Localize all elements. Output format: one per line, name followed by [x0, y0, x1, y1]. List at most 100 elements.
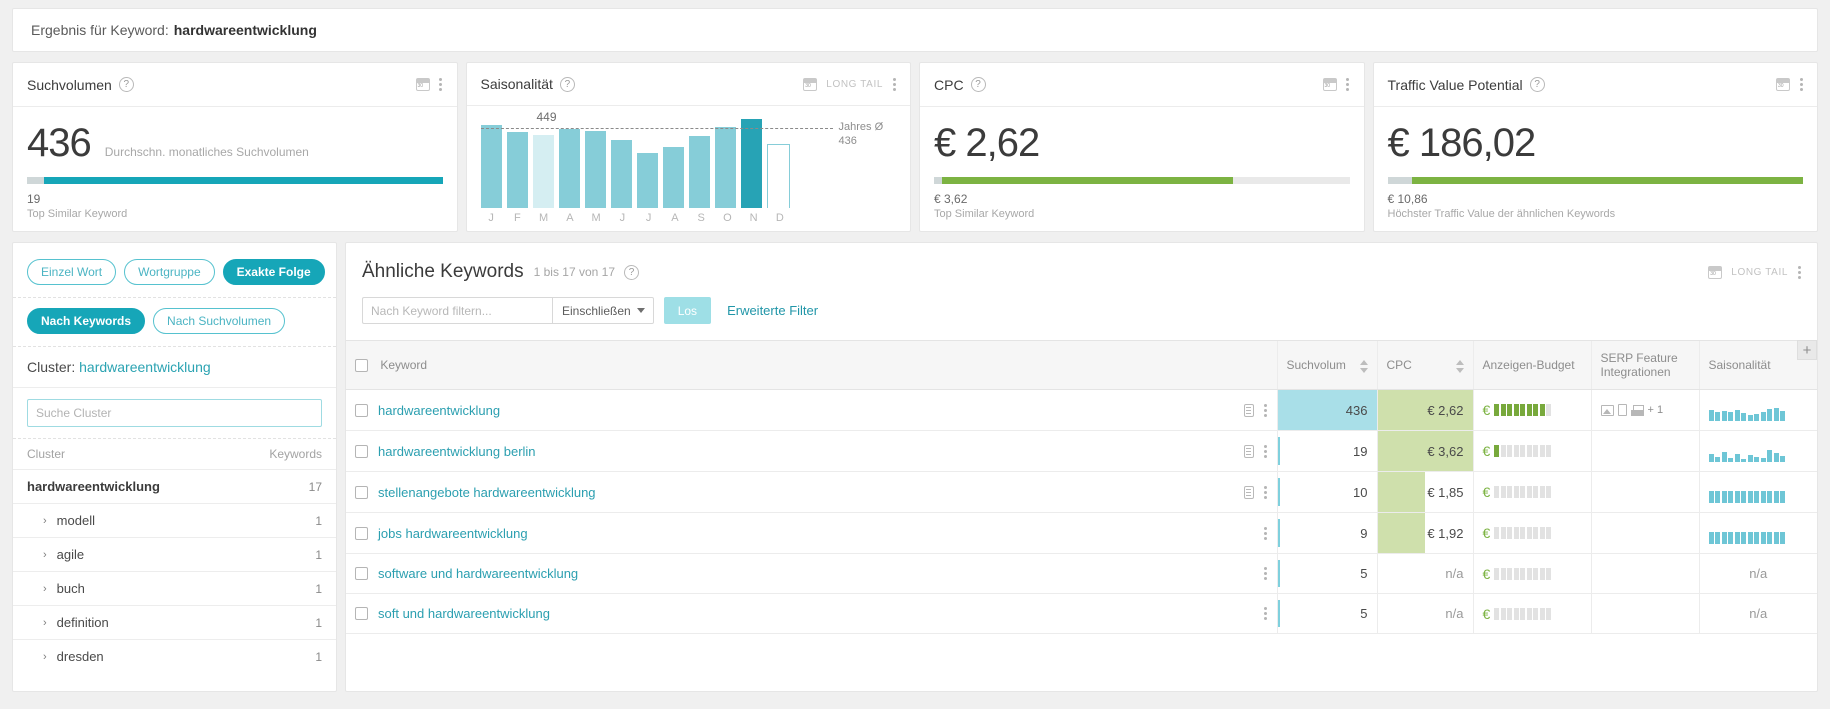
- help-icon[interactable]: ?: [970, 77, 986, 92]
- card-header: CPC ? 30: [920, 63, 1364, 107]
- filter-row: Einschließen Los Erweiterte Filter: [346, 291, 1817, 340]
- col-anzeigen-budget[interactable]: Anzeigen-Budget: [1472, 340, 1591, 390]
- cluster-row-count: 1: [315, 649, 322, 664]
- cluster-search-input[interactable]: [27, 399, 322, 427]
- keyword-link[interactable]: jobs hardwareentwicklung: [378, 526, 528, 541]
- chevron-right-icon[interactable]: ›: [43, 515, 47, 527]
- help-icon[interactable]: ?: [118, 77, 134, 92]
- add-column-button[interactable]: +: [1797, 340, 1817, 360]
- row-more-options-icon[interactable]: [1264, 526, 1268, 540]
- match-mode-pill-2[interactable]: Exakte Folge: [222, 259, 325, 285]
- table-row[interactable]: software und hardwareentwicklung 5 n/a € n/a: [346, 553, 1817, 594]
- shopping-icon[interactable]: [1630, 404, 1644, 416]
- cluster-row[interactable]: › buch 1: [13, 571, 336, 605]
- row-more-options-icon[interactable]: [1264, 444, 1268, 458]
- cluster-col-keywords: Keywords: [269, 447, 322, 461]
- keyword-link[interactable]: hardwareentwicklung berlin: [378, 444, 536, 459]
- col-serp-features[interactable]: SERP Feature Integrationen: [1590, 340, 1699, 390]
- match-mode-pill-1[interactable]: Wortgruppe: [124, 259, 215, 285]
- table-row[interactable]: hardwareentwicklung berlin 19 € 3,62 €: [346, 430, 1817, 472]
- sort-mode-pill-1[interactable]: Nach Suchvolumen: [153, 308, 286, 334]
- long-tail-badge: LONG TAIL: [1731, 266, 1788, 278]
- more-options-icon[interactable]: [892, 77, 896, 91]
- chevron-right-icon[interactable]: ›: [43, 583, 47, 595]
- row-checkbox[interactable]: [355, 607, 368, 620]
- advanced-filter-link[interactable]: Erweiterte Filter: [727, 303, 818, 318]
- go-button[interactable]: Los: [663, 297, 712, 324]
- sort-arrows-icon[interactable]: [1455, 359, 1464, 373]
- cluster-row-count: 17: [308, 479, 322, 494]
- cluster-row[interactable]: › definition 1: [13, 605, 336, 639]
- seasonality-month-label: N: [749, 212, 758, 225]
- more-options-icon[interactable]: [1799, 78, 1803, 91]
- euro-icon: €: [1482, 565, 1491, 582]
- cluster-row[interactable]: › dresden 1: [13, 639, 336, 673]
- chevron-right-icon[interactable]: ›: [43, 549, 47, 561]
- calendar-icon[interactable]: 30: [415, 78, 430, 91]
- sort-arrows-icon[interactable]: [1359, 359, 1368, 373]
- row-checkbox[interactable]: [355, 485, 368, 499]
- calendar-icon[interactable]: 30: [1708, 265, 1723, 279]
- card-title: Saisonalität: [480, 76, 553, 93]
- cluster-row[interactable]: › agile 1: [13, 537, 336, 571]
- calendar-icon[interactable]: 30: [1322, 78, 1337, 91]
- seasonality-bar: [610, 140, 632, 209]
- seasonality-bar: [715, 127, 737, 209]
- chevron-right-icon[interactable]: ›: [43, 651, 47, 663]
- col-keyword[interactable]: Keyword: [346, 340, 1277, 390]
- match-mode-pill-0[interactable]: Einzel Wort: [27, 259, 117, 285]
- calendar-icon[interactable]: 30: [1776, 78, 1790, 91]
- row-more-options-icon[interactable]: [1264, 567, 1268, 580]
- image-icon[interactable]: [1600, 404, 1614, 416]
- chevron-right-icon[interactable]: ›: [43, 617, 47, 629]
- row-checkbox[interactable]: [355, 403, 368, 417]
- row-checkbox[interactable]: [355, 567, 368, 580]
- cpc-value: € 3,62: [1427, 443, 1464, 459]
- calendar-icon[interactable]: 30: [803, 77, 818, 91]
- copy-to-list-icon[interactable]: [1243, 403, 1254, 417]
- cell-suchvolumen: 10: [1276, 471, 1377, 513]
- keyword-filter-input[interactable]: [362, 297, 552, 324]
- col-suchvolumen[interactable]: Suchvolum: [1276, 340, 1377, 390]
- table-row[interactable]: jobs hardwareentwicklung 9 € 1,92 €: [346, 512, 1817, 554]
- budget-meter: [1494, 486, 1552, 498]
- col-cpc[interactable]: CPC: [1376, 340, 1473, 390]
- cluster-row[interactable]: › modell 1: [13, 503, 336, 537]
- budget-meter: [1494, 404, 1552, 416]
- cell-keyword: hardwareentwicklung berlin: [346, 430, 1277, 472]
- seasonality-month-label: F: [514, 212, 521, 225]
- sort-mode-pill-0[interactable]: Nach Keywords: [27, 308, 146, 334]
- traffic-value-foot-label: Höchster Traffic Value der ähnlichen Key…: [1387, 208, 1616, 220]
- row-checkbox[interactable]: [355, 444, 368, 458]
- keyword-link[interactable]: stellenangebote hardwareentwicklung: [378, 485, 596, 500]
- keyword-link[interactable]: soft und hardwareentwicklung: [378, 606, 550, 621]
- avg-label-text: Jahres Ø: [838, 121, 884, 134]
- help-icon[interactable]: ?: [624, 264, 639, 280]
- row-more-options-icon[interactable]: [1264, 607, 1268, 620]
- cell-keyword: stellenangebote hardwareentwicklung: [346, 471, 1277, 513]
- row-more-options-icon[interactable]: [1264, 403, 1268, 417]
- select-all-checkbox[interactable]: [355, 359, 368, 373]
- more-options-icon[interactable]: [439, 78, 443, 91]
- cluster-row[interactable]: hardwareentwicklung 17: [13, 469, 336, 503]
- keyword-link[interactable]: hardwareentwicklung: [378, 403, 500, 418]
- help-icon[interactable]: ?: [1529, 77, 1545, 92]
- cpc-value: n/a: [1445, 606, 1464, 621]
- cpc-bar: [1377, 513, 1425, 553]
- table-row[interactable]: stellenangebote hardwareentwicklung 10 € 1…: [346, 471, 1817, 513]
- copy-to-list-icon[interactable]: [1243, 485, 1254, 499]
- keyword-link[interactable]: software und hardwareentwicklung: [378, 566, 578, 581]
- copy-to-list-icon[interactable]: [1243, 444, 1254, 458]
- more-options-icon[interactable]: [1797, 265, 1801, 279]
- table-row[interactable]: hardwareentwicklung 436 € 2,62 € + 1: [346, 389, 1817, 431]
- filter-mode-select[interactable]: Einschließen: [552, 297, 654, 324]
- row-more-options-icon[interactable]: [1264, 485, 1268, 499]
- cell-anzeigen-budget: €: [1472, 389, 1591, 431]
- table-row[interactable]: soft und hardwareentwicklung 5 n/a € n/a: [346, 593, 1817, 634]
- more-options-icon[interactable]: [1346, 78, 1350, 91]
- row-checkbox[interactable]: [355, 526, 368, 540]
- cpc-value: € 2,62: [1427, 402, 1464, 418]
- help-icon[interactable]: ?: [559, 76, 575, 92]
- cluster-row-label: agile: [56, 547, 85, 562]
- panel-icon[interactable]: [1617, 404, 1627, 416]
